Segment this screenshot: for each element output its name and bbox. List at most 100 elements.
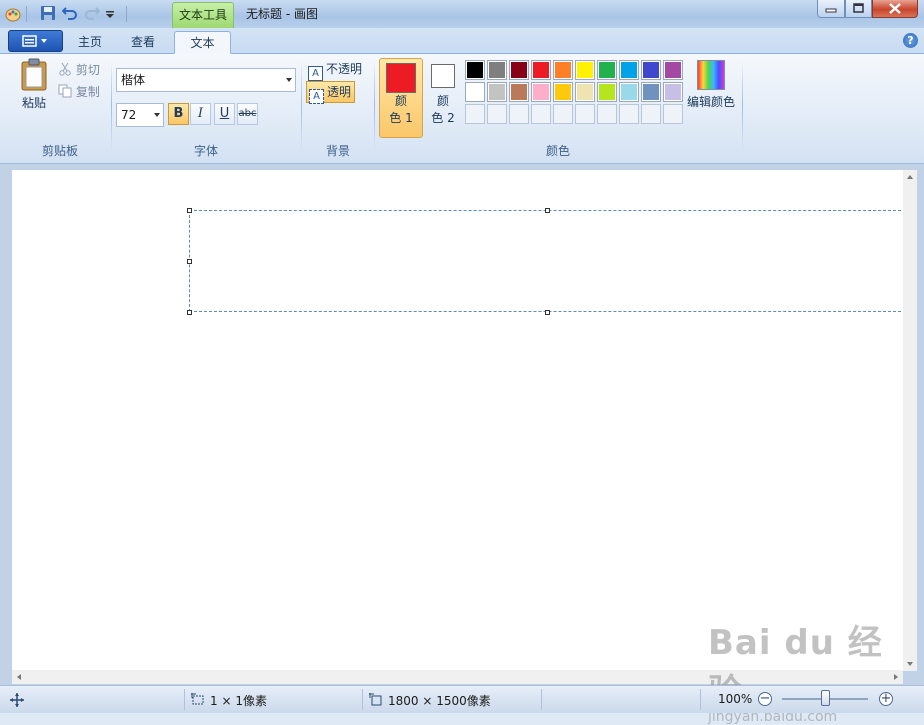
palette-color-fill — [643, 62, 659, 78]
quick-access-divider — [26, 6, 27, 22]
palette-color-swatch[interactable] — [575, 82, 595, 102]
palette-color-swatch[interactable] — [509, 82, 529, 102]
canvas-size-icon — [369, 693, 382, 706]
font-size-value: 72 — [121, 108, 137, 122]
palette-color-swatch[interactable] — [641, 82, 661, 102]
redo-icon[interactable] — [84, 5, 102, 23]
palette-custom-slot[interactable] — [509, 104, 529, 124]
palette-color-fill — [511, 62, 527, 78]
palette-color-fill — [489, 84, 505, 100]
palette-color-fill — [665, 62, 681, 78]
palette-color-swatch[interactable] — [487, 82, 507, 102]
color-spectrum-icon — [697, 60, 725, 90]
vertical-scrollbar[interactable] — [903, 170, 917, 671]
minimize-button[interactable] — [817, 0, 845, 18]
scroll-down-icon[interactable] — [903, 657, 917, 671]
palette-custom-slot[interactable] — [641, 104, 661, 124]
copy-icon — [58, 84, 72, 98]
palette-color-swatch[interactable] — [531, 82, 551, 102]
scroll-left-icon[interactable] — [12, 670, 26, 684]
resize-handle[interactable] — [187, 310, 192, 315]
color1-button[interactable]: 颜 色 1 — [379, 58, 423, 138]
palette-color-swatch[interactable] — [531, 60, 551, 80]
palette-color-swatch[interactable] — [465, 60, 485, 80]
colors-group-label: 颜色 — [545, 144, 570, 158]
opaque-button[interactable]: A 不透明 — [306, 59, 365, 81]
text-box-selection[interactable] — [189, 210, 911, 312]
palette-color-swatch[interactable] — [663, 60, 683, 80]
color2-button[interactable]: 颜 色 2 — [426, 58, 460, 138]
tab-home[interactable]: 主页 — [66, 31, 114, 54]
palette-custom-slot[interactable] — [553, 104, 573, 124]
resize-handle[interactable] — [187, 208, 192, 213]
palette-custom-slot[interactable] — [487, 104, 507, 124]
palette-custom-slot[interactable] — [531, 104, 551, 124]
transparent-label: 透明 — [327, 85, 352, 99]
resize-handle[interactable] — [545, 208, 550, 213]
palette-color-swatch[interactable] — [509, 60, 529, 80]
strikethrough-button[interactable]: abc — [237, 103, 258, 125]
palette-color-fill — [555, 62, 571, 78]
opaque-icon: A — [308, 66, 323, 81]
maximize-button[interactable] — [845, 0, 872, 18]
palette-color-swatch[interactable] — [663, 82, 683, 102]
copy-button[interactable]: 复制 — [58, 83, 100, 100]
help-icon[interactable]: ? — [903, 33, 918, 48]
edit-colors-button[interactable]: 编辑颜色 — [686, 60, 736, 111]
clipboard-icon — [21, 58, 47, 91]
ribbon: 粘贴 剪切 复制 剪贴板 楷体 72 B I U abc 字体 A 不透明 A 透明… — [0, 54, 924, 164]
bold-button[interactable]: B — [168, 103, 189, 125]
palette-custom-slot[interactable] — [619, 104, 639, 124]
palette-color-swatch[interactable] — [641, 60, 661, 80]
palette-color-swatch[interactable] — [597, 82, 617, 102]
palette-color-swatch[interactable] — [619, 82, 639, 102]
resize-handle[interactable] — [545, 310, 550, 315]
paste-button[interactable]: 粘贴 — [16, 58, 52, 118]
cut-button[interactable]: 剪切 — [58, 61, 100, 78]
palette-custom-slot[interactable] — [597, 104, 617, 124]
menu-icon — [22, 35, 47, 47]
undo-icon[interactable] — [61, 5, 80, 23]
palette-color-fill — [621, 62, 637, 78]
customize-quick-access-icon[interactable] — [104, 5, 122, 23]
palette-color-swatch[interactable] — [619, 60, 639, 80]
status-divider — [700, 689, 701, 710]
tab-view[interactable]: 查看 — [118, 31, 168, 54]
palette-color-fill — [533, 84, 549, 100]
zoom-out-button[interactable]: − — [758, 692, 772, 706]
palette-color-fill — [533, 62, 549, 78]
font-size-dropdown[interactable]: 72 — [116, 103, 164, 127]
close-button[interactable] — [872, 0, 918, 18]
chevron-down-icon — [286, 78, 292, 82]
zoom-in-button[interactable]: + — [879, 692, 893, 706]
scroll-up-icon[interactable] — [903, 170, 917, 184]
underline-button[interactable]: U — [214, 103, 235, 125]
font-family-dropdown[interactable]: 楷体 — [116, 68, 296, 92]
palette-color-swatch[interactable] — [465, 82, 485, 102]
palette-color-swatch[interactable] — [553, 60, 573, 80]
palette-color-swatch[interactable] — [553, 82, 573, 102]
drawing-canvas[interactable] — [12, 170, 911, 670]
tab-text[interactable]: 文本 — [174, 31, 231, 54]
palette-color-fill — [599, 84, 615, 100]
minimize-icon — [825, 8, 837, 13]
paint-menu-button[interactable] — [8, 30, 63, 52]
transparent-button[interactable]: A 透明 — [306, 81, 356, 104]
palette-color-swatch[interactable] — [487, 60, 507, 80]
palette-color-swatch[interactable] — [575, 60, 595, 80]
chevron-down-icon — [154, 113, 160, 117]
baidu-watermark: Bai du 经验 jingyan.baidu.com — [708, 615, 898, 725]
palette-color-swatch[interactable] — [597, 60, 617, 80]
palette-color-fill — [621, 84, 637, 100]
palette-custom-slot[interactable] — [465, 104, 485, 124]
copy-label: 复制 — [75, 85, 100, 99]
palette-custom-slot[interactable] — [575, 104, 595, 124]
quick-access-divider — [126, 6, 127, 22]
zoom-slider-thumb[interactable] — [821, 690, 830, 706]
save-icon[interactable] — [40, 5, 58, 23]
paint-app-icon[interactable] — [4, 5, 22, 23]
resize-handle[interactable] — [187, 259, 192, 264]
italic-button[interactable]: I — [190, 103, 211, 125]
zoom-level-text: 100% — [718, 692, 753, 706]
palette-custom-slot[interactable] — [663, 104, 683, 124]
